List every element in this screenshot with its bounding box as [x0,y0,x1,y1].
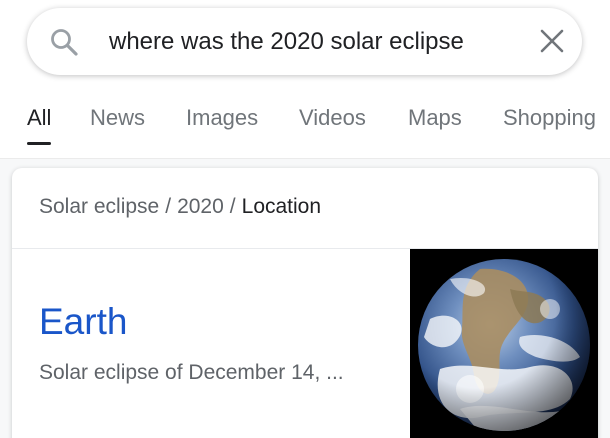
tab-news[interactable]: News [90,102,145,134]
search-input[interactable]: where was the 2020 solar eclipse [109,26,464,58]
answer-subtitle: Solar eclipse of December 14, ... [39,361,344,384]
breadcrumb-item-solar-eclipse[interactable]: Solar eclipse [39,195,159,218]
answer-card: Solar eclipse/2020/Location Earth Solar … [12,168,598,438]
earth-globe-image[interactable] [410,249,598,438]
tab-videos[interactable]: Videos [299,102,366,134]
tab-images[interactable]: Images [186,102,258,134]
active-tab-indicator [27,142,51,145]
search-header: where was the 2020 solar eclipse All New… [0,0,610,159]
breadcrumb-item-location: Location [241,195,322,218]
tab-all[interactable]: All [27,102,51,134]
breadcrumb-separator: / [165,195,172,218]
tab-maps[interactable]: Maps [408,102,462,134]
tab-shopping[interactable]: Shopping [503,102,596,134]
search-icon[interactable] [49,27,79,57]
search-results-page: where was the 2020 solar eclipse All New… [0,0,610,438]
breadcrumb-item-2020[interactable]: 2020 [177,195,224,218]
breadcrumb-separator: / [229,195,236,218]
close-icon[interactable] [539,28,565,54]
search-tabs: All News Images Videos Maps Shopping [0,102,610,146]
breadcrumb: Solar eclipse/2020/Location [39,192,321,222]
answer-title-link[interactable]: Earth [39,299,127,345]
search-bar[interactable]: where was the 2020 solar eclipse [27,8,582,75]
